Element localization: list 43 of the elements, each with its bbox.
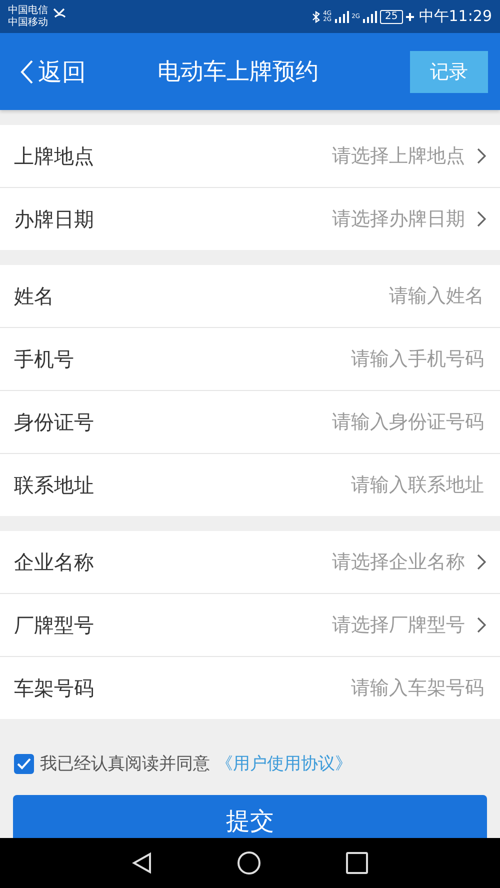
battery-level: 25 — [380, 10, 403, 24]
field-label: 上牌地点 — [14, 142, 94, 170]
back-label: 返回 — [38, 56, 86, 88]
page-title: 电动车上牌预约 — [156, 58, 320, 87]
carrier-name: 中国移动 — [8, 16, 48, 28]
clock-time: 中午11:29 — [418, 7, 492, 26]
back-button[interactable]: 返回 — [20, 56, 86, 88]
chevron-right-icon — [477, 617, 486, 633]
bluetooth-icon — [312, 10, 320, 22]
input-field[interactable]: 请输入联系地址 — [222, 473, 486, 497]
select-field[interactable]: 请选择办牌日期 — [332, 206, 486, 232]
select-field[interactable]: 请选择企业名称 — [332, 549, 486, 575]
input-field[interactable]: 请输入车架号码 — [222, 676, 486, 700]
field-label: 办牌日期 — [14, 206, 94, 232]
agreement-text: 我已经认真阅读并同意 — [40, 753, 210, 775]
chevron-right-icon — [477, 211, 486, 227]
select-field[interactable]: 请选择上牌地点 — [332, 143, 486, 169]
records-button[interactable]: 记录 — [410, 50, 488, 92]
chevron-left-icon — [20, 58, 34, 84]
field-label: 手机号 — [14, 346, 74, 372]
signal-icon — [334, 10, 349, 22]
input-field[interactable]: 请输入身份证号码 — [222, 410, 486, 434]
field-label: 姓名 — [14, 282, 54, 310]
carrier-name: 中国电信 — [8, 4, 48, 16]
signal-icon — [363, 10, 378, 22]
charging-icon — [406, 12, 414, 20]
chevron-right-icon — [477, 554, 486, 570]
agreement-link[interactable]: 《用户使用协议》 — [216, 752, 352, 775]
recents-square-icon[interactable] — [346, 852, 368, 874]
agreement-checkbox[interactable] — [14, 754, 34, 774]
chevron-right-icon — [477, 148, 486, 164]
field-label: 企业名称 — [14, 548, 94, 576]
home-circle-icon[interactable] — [236, 851, 261, 875]
field-label: 车架号码 — [14, 674, 94, 702]
input-field[interactable]: 请输入手机号码 — [222, 347, 486, 371]
field-label: 身份证号 — [14, 408, 94, 436]
input-field[interactable]: 请输入姓名 — [222, 284, 486, 308]
submit-button[interactable]: 提交 — [13, 795, 487, 838]
missed-call-icon — [52, 6, 68, 18]
field-label: 厂牌型号 — [14, 612, 94, 638]
back-triangle-icon[interactable] — [132, 852, 152, 874]
field-label: 联系地址 — [14, 472, 94, 498]
select-field[interactable]: 请选择厂牌型号 — [332, 612, 486, 638]
